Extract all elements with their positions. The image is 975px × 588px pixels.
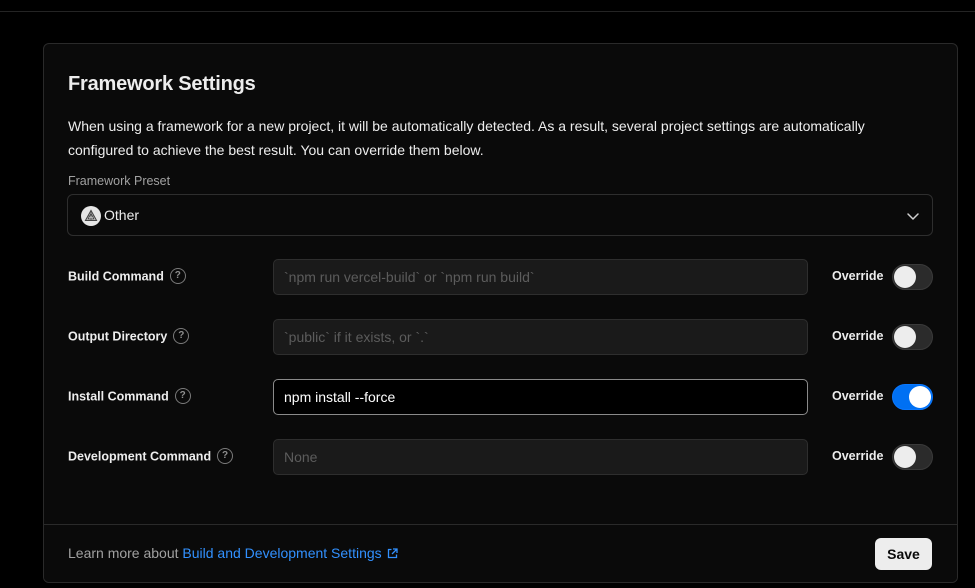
- framework-preset-value: Other: [104, 207, 140, 223]
- development-command-override-toggle[interactable]: [892, 444, 933, 470]
- install-command-input[interactable]: [273, 379, 808, 415]
- card-description: When using a framework for a new project…: [68, 118, 865, 158]
- help-icon[interactable]: ?: [174, 388, 191, 404]
- framework-preset-label: Framework Preset: [68, 174, 171, 188]
- build-command-input[interactable]: [273, 259, 808, 295]
- help-icon[interactable]: ?: [217, 448, 234, 464]
- build-command-label-text: Build Command: [68, 269, 164, 284]
- build-command-row: Build Command? Override: [44, 259, 957, 295]
- help-icon[interactable]: ?: [173, 328, 190, 344]
- toggle-knob: [894, 326, 916, 348]
- install-command-override-toggle[interactable]: [892, 384, 933, 410]
- output-directory-input[interactable]: [273, 319, 808, 355]
- install-command-label-text: Install Command: [68, 389, 169, 404]
- card-footer: Learn more about Build and Development S…: [44, 524, 957, 582]
- build-command-label: Build Command?: [68, 268, 186, 285]
- chevron-down-icon: [907, 213, 919, 220]
- top-divider: [0, 11, 975, 12]
- toggle-knob: [894, 266, 916, 288]
- development-command-input[interactable]: [273, 439, 808, 475]
- framework-settings-card: Framework Settings When using a framewor…: [43, 43, 958, 583]
- footer-text-prefix: Learn more about: [68, 545, 183, 561]
- build-command-override-toggle[interactable]: [892, 264, 933, 290]
- save-button[interactable]: Save: [875, 538, 932, 570]
- install-command-row: Install Command? Override: [44, 379, 957, 415]
- output-directory-override-label: Override: [832, 329, 884, 343]
- help-icon[interactable]: ?: [169, 268, 186, 284]
- install-command-override-label: Override: [832, 389, 884, 403]
- output-directory-row: Output Directory? Override: [44, 319, 957, 355]
- development-command-label: Development Command?: [68, 448, 234, 465]
- external-link-icon: [387, 548, 398, 558]
- triangle-logo-icon: [81, 206, 101, 226]
- output-directory-label-text: Output Directory: [68, 329, 168, 344]
- framework-preset-select[interactable]: Other: [67, 194, 933, 236]
- card-title: Framework Settings: [68, 73, 256, 95]
- development-command-override-label: Override: [832, 449, 884, 463]
- build-settings-docs-link[interactable]: Build and Development Settings: [182, 545, 398, 561]
- install-command-label: Install Command?: [68, 388, 191, 405]
- footer-learn-more: Learn more about Build and Development S…: [68, 545, 398, 561]
- development-command-row: Development Command? Override: [44, 439, 957, 475]
- development-command-label-text: Development Command: [68, 449, 212, 464]
- toggle-knob: [909, 386, 931, 408]
- docs-link-text: Build and Development Settings: [182, 545, 382, 561]
- output-directory-override-toggle[interactable]: [892, 324, 933, 350]
- output-directory-label: Output Directory?: [68, 328, 190, 345]
- build-command-override-label: Override: [832, 269, 884, 283]
- toggle-knob: [894, 446, 916, 468]
